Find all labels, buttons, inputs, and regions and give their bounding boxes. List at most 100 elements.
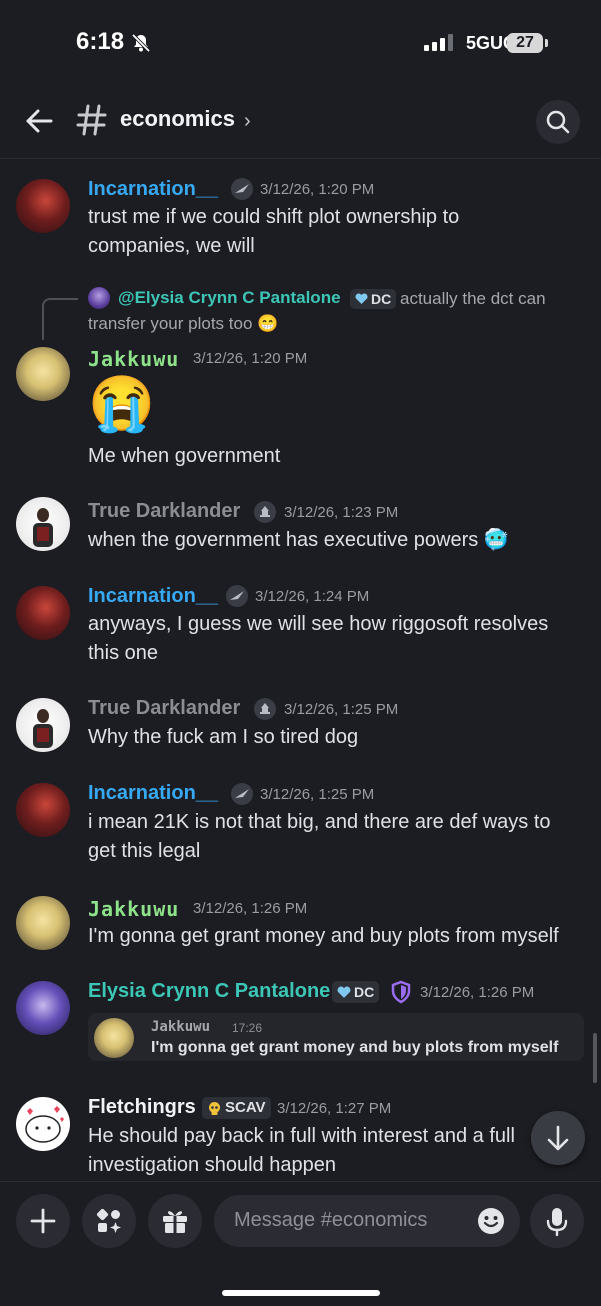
eagle-icon [235, 184, 249, 193]
username[interactable]: True Darklander [88, 697, 240, 720]
avatar[interactable] [16, 347, 70, 401]
avatar[interactable] [16, 1097, 70, 1151]
composer-divider [0, 1181, 601, 1182]
channel-hash-icon [76, 104, 107, 136]
bell-muted-icon [131, 33, 151, 53]
timestamp: 3/12/26, 1:27 PM [277, 1100, 392, 1117]
quote-timestamp: 17:26 [232, 1021, 263, 1035]
badge-label: SCAV [225, 1099, 266, 1116]
username[interactable]: Jakkuwu [88, 347, 179, 371]
avatar[interactable] [16, 783, 70, 837]
timestamp: 3/12/26, 1:24 PM [255, 588, 370, 605]
avatar[interactable] [16, 179, 70, 233]
dc-badge: DC [332, 981, 380, 1003]
battery-tip [545, 39, 548, 47]
reply-avatar [88, 287, 110, 309]
role-icon [226, 585, 248, 607]
timestamp: 3/12/26, 1:25 PM [284, 701, 399, 718]
role-icon [231, 178, 253, 200]
reply-text[interactable]: actually the dct can [400, 289, 546, 309]
gift-icon [163, 1211, 187, 1233]
avatar[interactable] [16, 981, 70, 1035]
microphone-icon [546, 1208, 568, 1237]
dc-badge: DC [350, 289, 397, 309]
home-indicator[interactable] [222, 1290, 380, 1296]
avatar-cat [25, 1106, 64, 1143]
message-text: when the government has executive powers… [88, 529, 509, 551]
message-text: this one [88, 642, 159, 664]
message-text: i mean 21K is not that big, and there ar… [88, 811, 551, 833]
username[interactable]: True Darklander [88, 500, 240, 523]
skull-icon [209, 1101, 220, 1115]
avatar[interactable] [16, 586, 70, 640]
username[interactable]: Fletchingrs [88, 1096, 196, 1119]
avatar[interactable] [16, 497, 70, 551]
timestamp: 3/12/26, 1:25 PM [260, 786, 375, 803]
avatar[interactable] [16, 896, 70, 950]
avatar[interactable] [16, 698, 70, 752]
username[interactable]: Incarnation__ [88, 782, 218, 805]
quote-avatar [94, 1018, 134, 1058]
back-arrow-icon[interactable] [22, 104, 56, 138]
message-text: Me when government [88, 445, 281, 467]
quote-username: Jakkuwu [151, 1019, 211, 1035]
timestamp: 3/12/26, 1:26 PM [420, 984, 535, 1001]
capitol-icon [260, 703, 270, 714]
heart-icon [355, 293, 368, 304]
message-text: trust me if we could shift plot ownershi… [88, 206, 460, 228]
reply-mention[interactable]: @Elysia Crynn C Pantalone [118, 288, 341, 308]
reply-connector [42, 298, 78, 340]
timestamp: 3/12/26, 1:23 PM [284, 504, 399, 521]
jump-to-latest-button[interactable] [531, 1111, 585, 1165]
gift-button[interactable] [148, 1194, 202, 1248]
role-icon [231, 783, 253, 805]
timestamp: 3/12/26, 1:20 PM [260, 181, 375, 198]
badge-label: DC [371, 291, 392, 307]
search-button[interactable] [536, 100, 580, 144]
quote-text: I'm gonna get grant money and buy plots … [151, 1039, 559, 1056]
plus-icon [30, 1208, 56, 1234]
message-text: anyways, I guess we will see how riggoso… [88, 613, 549, 635]
avatar-figure [33, 508, 53, 547]
role-icon [254, 698, 276, 720]
header-divider [0, 158, 601, 159]
message-text: He should pay back in full with interest… [88, 1125, 515, 1147]
username[interactable]: Elysia Crynn C Pantalone [88, 980, 330, 1003]
voice-message-button[interactable] [530, 1194, 584, 1248]
role-icon [254, 501, 276, 523]
apps-button[interactable] [82, 1194, 136, 1248]
scrollbar-thumb[interactable] [593, 1033, 597, 1083]
message-text: get this legal [88, 840, 201, 862]
message-composer[interactable] [214, 1195, 520, 1247]
eagle-icon [230, 591, 244, 600]
capitol-icon [260, 506, 270, 517]
eagle-icon [235, 789, 249, 798]
message-text: companies, we will [88, 235, 255, 257]
emoji-message: 😭 [88, 374, 156, 434]
shield-icon [391, 980, 411, 1004]
chevron-right-icon[interactable]: › [244, 110, 251, 133]
heart-icon [337, 986, 351, 998]
signal-icon [424, 34, 453, 51]
search-icon [546, 110, 570, 134]
username[interactable]: Jakkuwu [88, 897, 179, 921]
badge-label: DC [354, 984, 375, 1000]
status-time: 6:18 [76, 28, 125, 55]
timestamp: 3/12/26, 1:20 PM [193, 350, 308, 367]
username[interactable]: Incarnation__ [88, 585, 218, 608]
scav-badge: SCAV [202, 1097, 271, 1119]
sparkle-apps-icon [96, 1208, 121, 1233]
message-text: I'm gonna get grant money and buy plots … [88, 925, 559, 947]
channel-name[interactable]: economics [120, 106, 235, 132]
emoji-icon[interactable] [476, 1206, 506, 1236]
add-attachment-button[interactable] [16, 1194, 70, 1248]
message-text: investigation should happen [88, 1154, 336, 1176]
avatar-figure [33, 709, 53, 748]
message-input[interactable] [232, 1208, 466, 1233]
reply-text[interactable]: transfer your plots too 😁 [88, 314, 278, 334]
arrow-down-icon [547, 1125, 569, 1151]
battery-icon: 27 [507, 33, 543, 53]
timestamp: 3/12/26, 1:26 PM [193, 900, 308, 917]
username[interactable]: Incarnation__ [88, 178, 218, 201]
message-text: Why the fuck am I so tired dog [88, 726, 359, 748]
